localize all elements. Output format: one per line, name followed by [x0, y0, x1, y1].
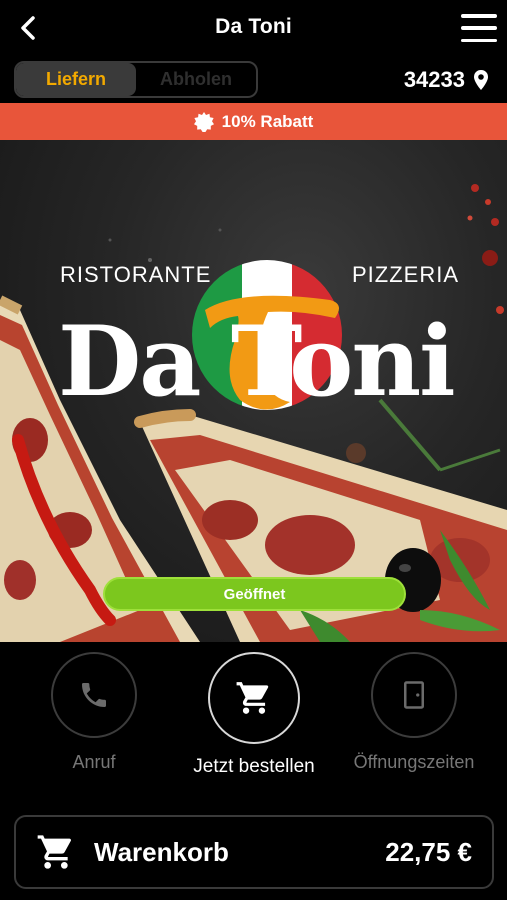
tab-abholen[interactable]: Abholen: [136, 63, 256, 96]
opening-hours-label: Öffnungszeiten: [353, 752, 475, 772]
cart-total: 22,75 €: [385, 836, 472, 867]
page-title: Da Toni: [215, 15, 292, 38]
order-now-action[interactable]: Jetzt bestellen: [184, 652, 324, 778]
call-action[interactable]: Anruf: [24, 652, 164, 773]
tab-liefern[interactable]: Liefern: [16, 63, 136, 96]
hamburger-icon: [461, 14, 497, 18]
opening-hours-action[interactable]: Öffnungszeiten: [344, 652, 484, 773]
app-header: Da Toni: [0, 0, 507, 56]
postcode-selector[interactable]: 34233: [404, 67, 489, 93]
call-label: Anruf: [72, 752, 116, 772]
cart-icon: [37, 835, 71, 869]
call-button[interactable]: [51, 652, 137, 738]
promo-banner[interactable]: 10% Rabatt: [0, 103, 507, 140]
order-mode-row: Liefern Abholen 34233: [0, 56, 507, 102]
door-icon: [404, 681, 424, 709]
badge-icon: [193, 111, 214, 132]
map-pin-icon: [474, 70, 488, 90]
logo-pizzeria-text: PIZZERIA: [352, 262, 460, 287]
cart-icon: [236, 682, 269, 714]
logo-name-text: Da Toni: [58, 305, 456, 418]
promo-text: 10% Rabatt: [221, 111, 314, 131]
quick-actions: Anruf Jetzt bestellen Öffnungszeiten: [0, 642, 507, 802]
cart-label: Warenkorb: [94, 836, 229, 867]
menu-button[interactable]: [461, 14, 497, 42]
order-now-button[interactable]: [208, 652, 300, 744]
cart-bar[interactable]: Warenkorb 22,75 €: [14, 815, 494, 889]
phone-icon: [82, 683, 106, 707]
order-now-label: Jetzt bestellen: [193, 756, 315, 777]
hero-image: RISTORANTE PIZZERIA Da Toni Geöffnet: [0, 140, 507, 642]
logo-ristorante-text: RISTORANTE: [60, 262, 212, 287]
delivery-toggle: Liefern Abholen: [14, 61, 258, 98]
postcode-value: 34233: [403, 67, 465, 92]
opening-hours-button[interactable]: [371, 652, 457, 738]
open-status-button[interactable]: Geöffnet: [103, 577, 406, 611]
